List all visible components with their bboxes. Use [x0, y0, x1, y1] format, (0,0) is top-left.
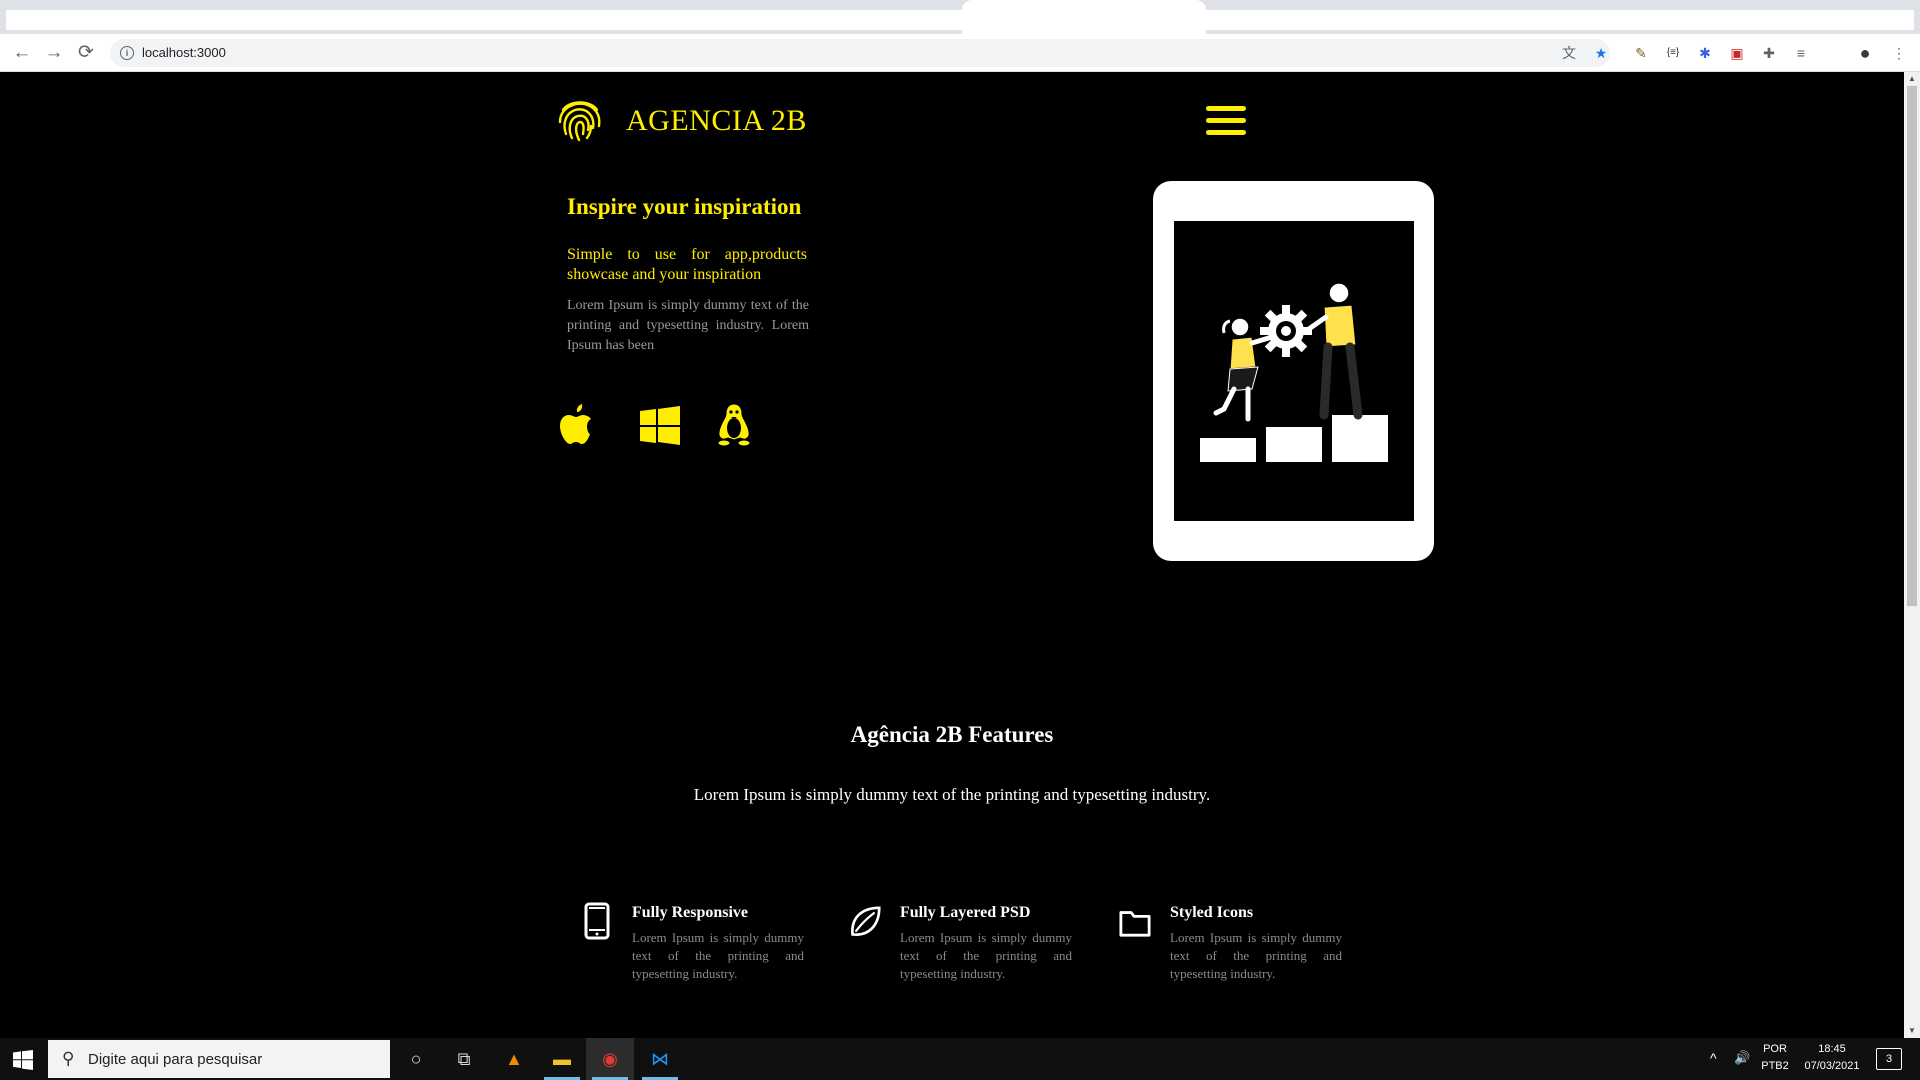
scroll-up-icon[interactable]: ▲	[1904, 72, 1920, 86]
active-tab[interactable]	[962, 0, 1206, 34]
profile-avatar-icon[interactable]: ●	[1856, 44, 1874, 62]
taskbar-search[interactable]: ⚲ Digite aqui para pesquisar	[48, 1040, 390, 1078]
tray-chevron-icon[interactable]: ^	[1710, 1050, 1717, 1066]
folder-icon	[1119, 911, 1151, 937]
fingerprint-logo-icon[interactable]	[557, 96, 603, 142]
browser-tab-strip	[0, 0, 1920, 34]
notification-center-icon[interactable]: 3	[1876, 1048, 1902, 1070]
clock-time[interactable]: 18:45	[1796, 1043, 1868, 1055]
site-info-icon[interactable]: i	[120, 46, 134, 60]
vscode-icon[interactable]: ⋈	[636, 1038, 684, 1080]
task-view-icon[interactable]: ⧉	[440, 1038, 488, 1080]
features-title: Agência 2B Features	[850, 722, 1054, 747]
feature-description: Lorem Ipsum is simply dummy text of the …	[900, 930, 1072, 981]
cortana-icon[interactable]: ○	[392, 1038, 440, 1080]
apple-icon[interactable]	[560, 402, 598, 448]
hamburger-menu-icon[interactable]	[1206, 106, 1246, 136]
tablet-screen	[1174, 221, 1414, 521]
scrollbar-thumb[interactable]	[1907, 86, 1917, 606]
tablet-icon	[584, 902, 610, 940]
browser-menu-icon[interactable]: ⋮	[1890, 44, 1908, 62]
forward-icon[interactable]: →	[42, 41, 66, 65]
feature-name: Styled Icons	[1170, 904, 1254, 921]
feature-description: Lorem Ipsum is simply dummy text of the …	[632, 930, 804, 981]
json-extension-icon[interactable]: {≡}	[1664, 44, 1682, 62]
hero-subtitle: Simple to use for app,products showcase …	[567, 246, 807, 283]
hero-description: Lorem Ipsum is simply dummy text of the …	[567, 298, 809, 353]
search-icon: ⚲	[62, 1049, 75, 1068]
volume-icon[interactable]: 🔊	[1734, 1050, 1750, 1066]
vlc-icon[interactable]: ▲	[490, 1038, 538, 1080]
browser-toolbar: ← → ⟳ i localhost:3000 文 ★ ✎ {≡} ✱ ▣ ✚ ≡…	[0, 34, 1920, 72]
address-bar[interactable]: i localhost:3000	[110, 39, 1610, 67]
file-explorer-icon[interactable]: ▬	[538, 1038, 586, 1080]
windows-start-icon[interactable]	[10, 1050, 36, 1070]
reading-list-icon[interactable]: ≡	[1792, 44, 1810, 62]
language-bottom[interactable]: PTB2	[1760, 1060, 1790, 1072]
feature-name: Fully Layered PSD	[900, 904, 1031, 921]
tab-strip-area	[6, 10, 962, 30]
clock-date[interactable]: 07/03/2021	[1796, 1060, 1868, 1072]
teamwork-gear-illustration	[1200, 282, 1388, 462]
leaf-icon	[851, 906, 881, 936]
react-devtools-icon[interactable]: ✱	[1696, 44, 1714, 62]
language-top[interactable]: POR	[1760, 1043, 1790, 1055]
search-placeholder[interactable]: Digite aqui para pesquisar	[88, 1051, 262, 1068]
feature-name: Fully Responsive	[632, 904, 749, 921]
translate-icon[interactable]: 文	[1560, 44, 1578, 62]
pencil-extension-icon[interactable]: ✎	[1632, 44, 1650, 62]
bookmark-star-icon[interactable]: ★	[1592, 44, 1610, 62]
brand-name[interactable]: AGENCIA 2B	[626, 104, 807, 138]
reload-icon[interactable]: ⟳	[74, 41, 98, 65]
puzzle-extension-icon[interactable]: ✚	[1760, 44, 1778, 62]
feature-description: Lorem Ipsum is simply dummy text of the …	[1170, 930, 1342, 981]
chrome-icon[interactable]: ◉	[586, 1038, 634, 1080]
page-scrollbar[interactable]: ▲ ▼	[1904, 72, 1920, 1038]
linux-tux-icon[interactable]	[714, 402, 754, 448]
url-text[interactable]: localhost:3000	[142, 45, 226, 60]
back-icon[interactable]: ←	[10, 41, 34, 65]
tab-strip-area-right	[1206, 10, 1914, 30]
red-extension-icon[interactable]: ▣	[1728, 44, 1746, 62]
hero-title: Inspire your inspiration	[567, 194, 802, 219]
tablet-illustration	[1153, 181, 1434, 561]
scroll-down-icon[interactable]: ▼	[1904, 1024, 1920, 1038]
page-content: AGENCIA 2B Inspire your inspiration Simp…	[0, 72, 1904, 1038]
windows-icon[interactable]	[640, 402, 680, 448]
windows-taskbar: ⚲ Digite aqui para pesquisar ○ ⧉ ▲ ▬ ◉ ⋈…	[0, 1038, 1920, 1080]
features-subtitle: Lorem Ipsum is simply dummy text of the …	[693, 785, 1211, 804]
